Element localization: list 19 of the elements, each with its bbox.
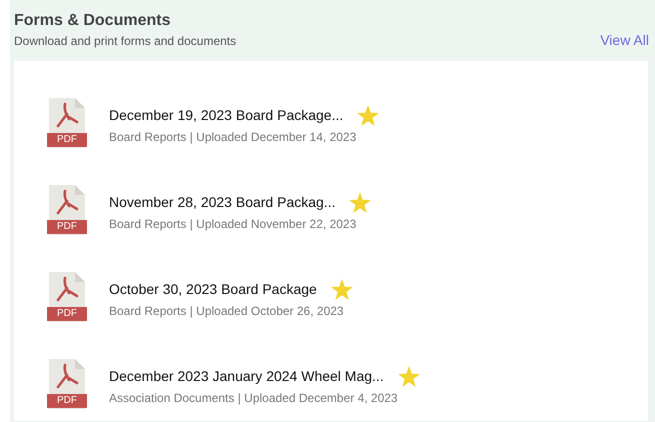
pdf-file-icon[interactable]: PDF <box>47 185 87 235</box>
star-icon[interactable] <box>349 192 372 212</box>
document-meta: Board Reports | Uploaded November 22, 2023 <box>109 217 358 231</box>
document-title-link[interactable]: November 28, 2023 Board Packag... <box>109 194 336 210</box>
view-all-link[interactable]: View All <box>600 32 649 48</box>
document-title-link[interactable]: December 2023 January 2024 Wheel Mag... <box>109 368 384 384</box>
document-meta: Board Reports | Uploaded October 26, 2023 <box>109 304 345 318</box>
section-title: Forms & Documents <box>14 11 172 31</box>
pdf-file-icon[interactable]: PDF <box>47 272 87 322</box>
document-meta: Association Documents | Uploaded December 4, 2023 <box>109 391 399 405</box>
pdf-file-icon[interactable]: PDF <box>47 359 87 409</box>
pdf-file-icon[interactable]: PDF <box>47 98 87 148</box>
section-subtitle: Download and print forms and documents <box>14 33 236 50</box>
document-title-link[interactable]: October 30, 2023 Board Package <box>109 281 317 297</box>
document-meta: Board Reports | Uploaded December 14, 2023 <box>109 130 358 144</box>
document-title-link[interactable]: December 19, 2023 Board Package... <box>109 107 344 123</box>
star-icon[interactable] <box>330 278 353 300</box>
star-icon[interactable] <box>357 104 380 126</box>
star-icon[interactable] <box>398 366 420 386</box>
